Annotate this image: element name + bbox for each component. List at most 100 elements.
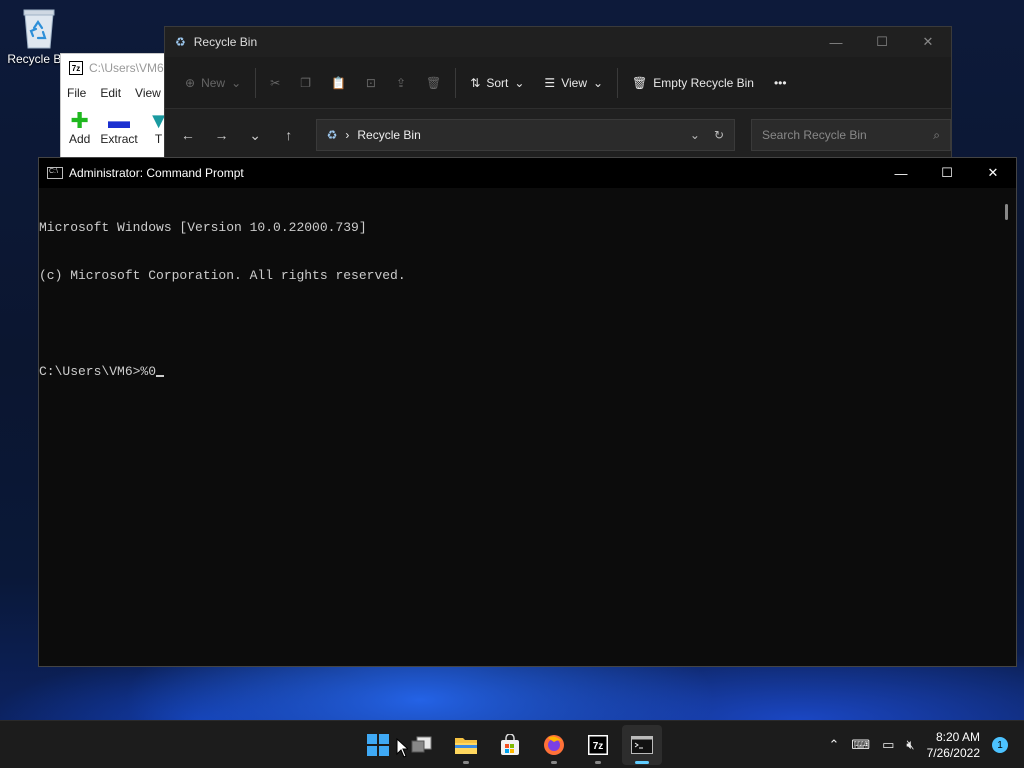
view-button[interactable]: ☰ View ⌄ <box>534 67 613 99</box>
cmd-maximize-button[interactable]: ☐ <box>924 158 970 188</box>
chevron-down-icon: ⌄ <box>592 75 604 90</box>
more-options-button[interactable]: ••• <box>764 67 797 99</box>
minus-icon: ▬ <box>108 108 131 133</box>
7zip-window[interactable]: 7z C:\Users\VM6 File Edit View ✚ Add ▬ E… <box>60 53 170 163</box>
terminal-icon <box>631 736 653 754</box>
recent-locations-button[interactable]: ⌄ <box>240 120 270 150</box>
7zip-taskbar-button[interactable]: 7z <box>578 725 618 765</box>
arrow-right-icon: → <box>214 127 229 143</box>
7zip-menu-edit[interactable]: Edit <box>100 86 121 100</box>
new-button[interactable]: ⊕ New ⌄ <box>175 67 251 99</box>
sort-arrows-icon: ⇅ <box>470 75 481 90</box>
divider <box>255 67 257 98</box>
cmd-minimize-button[interactable]: — <box>878 158 924 188</box>
back-button[interactable]: ← <box>173 120 203 150</box>
trash-icon: 🗑 <box>426 75 442 90</box>
trash-icon: 🗑 <box>632 75 648 90</box>
console-line: (c) Microsoft Corporation. All rights re… <box>39 268 406 283</box>
scrollbar-thumb[interactable] <box>1005 204 1008 220</box>
recycle-bin-icon <box>21 6 57 50</box>
7zip-title: C:\Users\VM6 <box>89 61 164 75</box>
search-input[interactable] <box>762 128 934 142</box>
divider <box>455 67 457 98</box>
clock[interactable]: 8:20 AM 7/26/2022 <box>927 729 980 761</box>
recycle-bin-small-icon: ♻ <box>326 128 338 142</box>
copy-button[interactable]: ❐ <box>290 67 321 99</box>
cmd-titlebar[interactable]: C:\ Administrator: Command Prompt — ☐ ✕ <box>39 158 1016 188</box>
7zip-app-icon: 7z <box>69 61 83 75</box>
volume-muted-icon[interactable]: 🔇︎ <box>906 737 914 753</box>
paste-button[interactable]: 📋 <box>321 67 356 99</box>
show-hidden-icons-chevron-up-icon[interactable]: ⌃ <box>828 737 839 753</box>
share-icon: ⇪ <box>395 75 407 90</box>
mouse-pointer-icon <box>396 738 408 758</box>
sort-button[interactable]: ⇅ Sort ⌄ <box>460 67 534 99</box>
rename-icon: ⊡ <box>365 75 376 90</box>
7zip-menubar: File Edit View <box>61 82 169 104</box>
7zip-toolbar: ✚ Add ▬ Extract ▼ T <box>61 104 169 147</box>
7zip-menu-file[interactable]: File <box>67 86 86 100</box>
console-prompt: C:\Users\VM6>%0 <box>39 364 157 379</box>
cmd-close-button[interactable]: ✕ <box>970 158 1016 188</box>
keyboard-icon[interactable]: ⌨ <box>851 737 870 753</box>
cmd-taskbar-button[interactable] <box>622 725 662 765</box>
store-taskbar-button[interactable] <box>490 725 530 765</box>
refresh-button[interactable]: ↻ <box>714 128 724 142</box>
share-button[interactable]: ⇪ <box>386 67 416 99</box>
up-button[interactable]: ↑ <box>274 120 304 150</box>
chevron-down-icon: ⌄ <box>249 126 261 143</box>
explorer-titlebar[interactable]: ♻ Recycle Bin — ☐ ✕ <box>165 27 951 57</box>
search-icon: ⌕ <box>933 127 940 142</box>
list-icon: ☰ <box>544 75 556 90</box>
empty-recycle-bin-button[interactable]: 🗑 Empty Recycle Bin <box>622 67 764 99</box>
notification-badge[interactable]: 1 <box>992 737 1008 753</box>
plus-circle-icon: ⊕ <box>185 75 196 90</box>
7zip-menu-view[interactable]: View <box>135 86 161 100</box>
divider <box>617 67 619 98</box>
delete-button[interactable]: 🗑 <box>416 67 451 99</box>
task-view-icon <box>411 736 432 753</box>
cut-button[interactable]: ✂ <box>260 67 290 99</box>
7zip-add-button[interactable]: ✚ Add <box>69 110 90 147</box>
cmd-title: Administrator: Command Prompt <box>69 166 244 180</box>
running-indicator <box>595 761 601 764</box>
firefox-icon <box>544 735 564 755</box>
explorer-minimize-button[interactable]: — <box>813 27 859 57</box>
command-prompt-window[interactable]: C:\ Administrator: Command Prompt — ☐ ✕ … <box>38 157 1017 667</box>
sort-label: Sort <box>486 75 509 90</box>
windows-logo-icon <box>367 734 389 756</box>
clock-date: 7/26/2022 <box>926 746 980 760</box>
address-location: Recycle Bin <box>357 128 421 142</box>
address-dropdown-button[interactable]: ⌄ <box>690 128 700 142</box>
network-icon[interactable]: ▭ <box>882 737 894 753</box>
store-bag-icon <box>501 734 519 755</box>
console-output[interactable]: Microsoft Windows [Version 10.0.22000.73… <box>39 188 1016 412</box>
scissors-icon: ✂ <box>270 75 281 90</box>
explorer-navbar: ← → ⌄ ↑ ♻ › Recycle Bin ⌄ ↻ ⌕ <box>165 109 951 161</box>
explorer-close-button[interactable]: ✕ <box>905 27 951 57</box>
new-label: New <box>201 75 226 90</box>
firefox-taskbar-button[interactable] <box>534 725 574 765</box>
arrow-up-icon: ↑ <box>285 127 293 143</box>
taskbar: 7z ⌃ ⌨ ▭ 🔇︎ 8:20 AM 7/26/2022 1 <box>0 720 1024 768</box>
7zip-titlebar[interactable]: 7z C:\Users\VM6 <box>61 54 169 82</box>
breadcrumb-separator-icon: › <box>345 128 350 142</box>
folder-icon <box>455 738 477 754</box>
forward-button[interactable]: → <box>207 120 237 150</box>
text-cursor <box>156 375 165 377</box>
start-button[interactable] <box>358 725 398 765</box>
explorer-maximize-button[interactable]: ☐ <box>859 27 905 57</box>
search-box[interactable]: ⌕ <box>751 119 951 151</box>
cmd-app-icon: C:\ <box>47 167 63 179</box>
file-explorer-taskbar-button[interactable] <box>446 725 486 765</box>
more-icon: ••• <box>773 75 787 90</box>
console-prompt-line: C:\Users\VM6>%0 <box>39 364 1016 380</box>
address-bar[interactable]: ♻ › Recycle Bin ⌄ ↻ <box>315 119 735 151</box>
console-line: Microsoft Windows [Version 10.0.22000.73… <box>39 220 367 235</box>
7zip-extract-button[interactable]: ▬ Extract <box>100 108 137 147</box>
task-view-button[interactable] <box>402 725 442 765</box>
rename-button[interactable]: ⊡ <box>356 67 386 99</box>
running-indicator <box>551 761 557 764</box>
explorer-window[interactable]: ♻ Recycle Bin — ☐ ✕ ⊕ New ⌄ ✂ ❐ 📋 ⊡ ⇪ 🗑 … <box>164 26 952 161</box>
empty-recycle-bin-label: Empty Recycle Bin <box>653 75 754 90</box>
